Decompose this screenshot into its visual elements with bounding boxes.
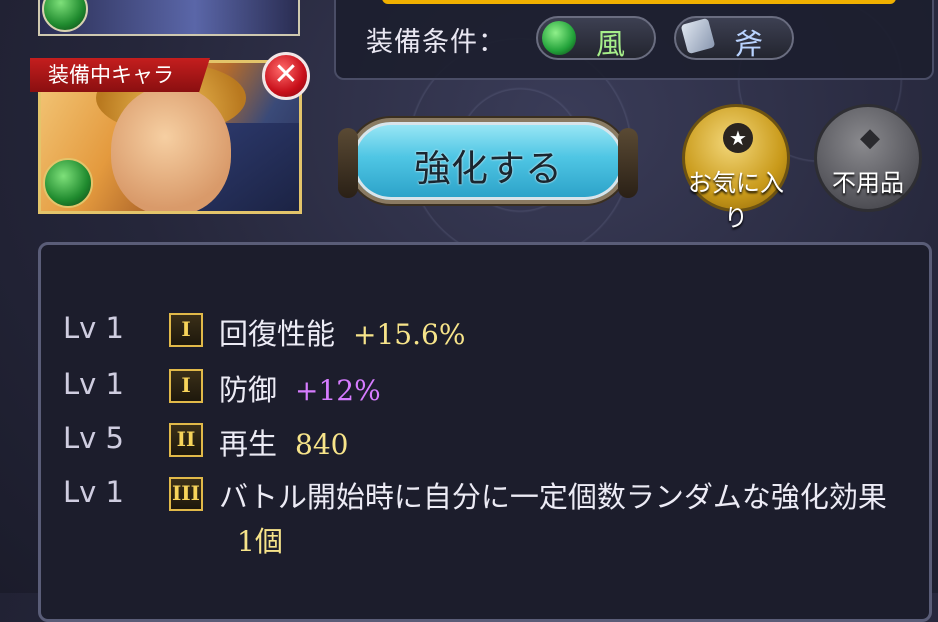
skill-name-text: 再生	[219, 427, 278, 461]
skill-name: 再生 840	[219, 421, 348, 463]
wind-element-icon	[43, 158, 93, 208]
skill-name-text: 防御	[219, 373, 278, 407]
skill-level: Lv 1	[63, 311, 124, 345]
skill-level: Lv 1	[63, 475, 124, 509]
weapon-skills-panel: Lv 1 I 回復性能 +15.6% Lv 1 I 防御 +12% Lv 5 II …	[38, 242, 932, 622]
skill-value: +12%	[295, 374, 381, 407]
wind-element-icon	[42, 0, 88, 32]
equip-condition-label: 装備条件：	[366, 27, 506, 58]
skill-value: 840	[295, 428, 349, 461]
unused-label: 不用品	[832, 169, 904, 197]
skill-rank-badge: I	[169, 369, 203, 403]
skill-name: 回復性能 +15.6%	[219, 311, 465, 353]
favorite-button[interactable]: ★ お気に入り	[682, 104, 790, 232]
skill-value: +15.6%	[353, 318, 466, 351]
skill-value: 1個	[237, 525, 283, 558]
enhance-button[interactable]: 強化する	[338, 118, 638, 204]
weapon-info-panel: 装備条件： 風 斧	[334, 0, 934, 80]
skill-rank-badge: I	[169, 313, 203, 347]
close-icon: ✕	[273, 57, 299, 92]
diamond-icon: ◆	[860, 123, 880, 153]
element-condition-badge: 風	[536, 16, 656, 61]
skill-level: Lv 5	[63, 421, 124, 455]
element-condition-text: 風	[596, 27, 626, 61]
gold-bar	[382, 0, 896, 4]
favorite-label: お気に入り	[688, 169, 784, 232]
skill-name-text: バトル開始時に自分に一定個数ランダムな強化効果	[219, 480, 887, 514]
enhance-button-label: 強化する	[414, 147, 562, 190]
weapon-type-condition-text: 斧	[734, 27, 764, 61]
character-face	[111, 85, 231, 211]
skill-name: バトル開始時に自分に一定個数ランダムな強化効果 1個	[219, 475, 919, 564]
wind-element-icon	[542, 21, 576, 55]
skill-rank-badge: II	[169, 423, 203, 457]
skill-rank-badge: III	[169, 477, 203, 511]
unequip-button[interactable]: ✕	[262, 52, 310, 100]
weapon-card[interactable]	[38, 0, 300, 36]
equipped-character-tag: 装備中キャラ	[30, 58, 210, 92]
skill-level: Lv 1	[63, 367, 124, 401]
skill-name-text: 回復性能	[219, 317, 336, 351]
skill-name: 防御 +12%	[219, 367, 381, 409]
star-icon: ★	[723, 123, 753, 153]
axe-icon	[680, 17, 716, 55]
mark-unused-button[interactable]: ◆ 不用品	[814, 104, 922, 212]
weapon-type-condition-badge: 斧	[674, 16, 794, 61]
